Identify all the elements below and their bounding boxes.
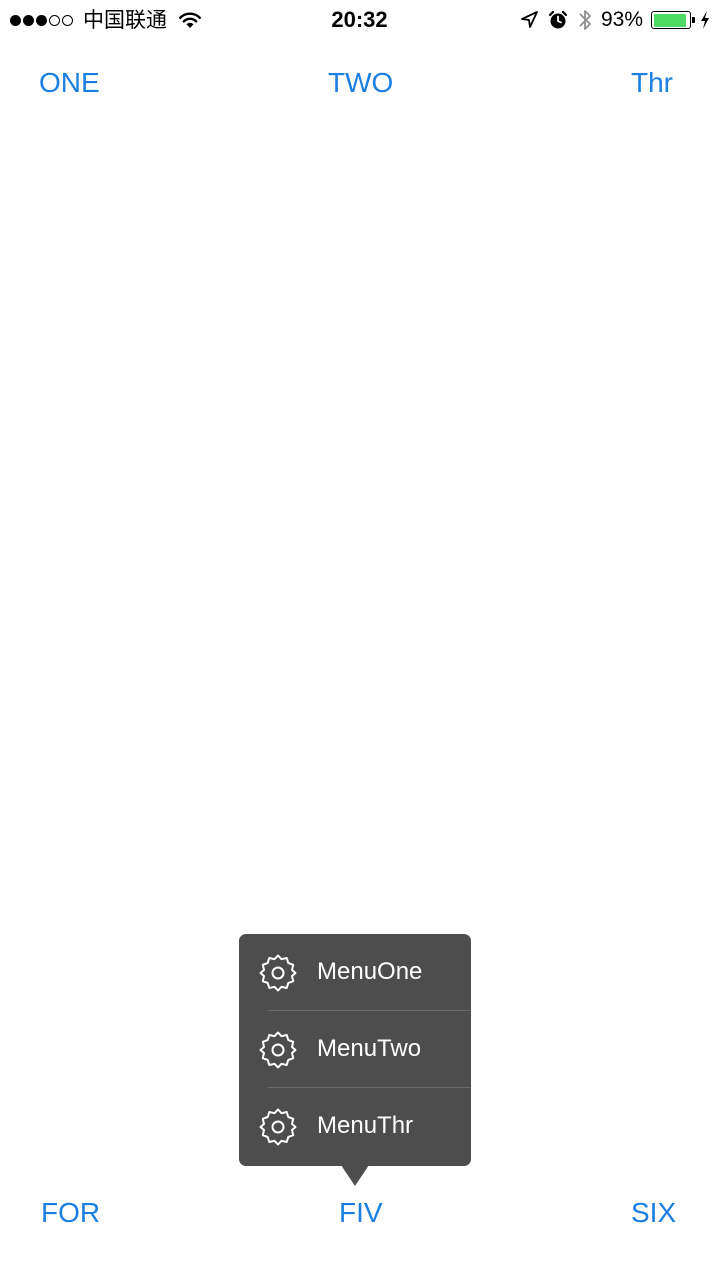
menu-item-two[interactable]: MenuTwo <box>239 1011 471 1087</box>
battery-level <box>653 13 687 27</box>
menu-item-thr[interactable]: MenuThr <box>239 1088 471 1164</box>
bluetooth-icon <box>579 10 591 30</box>
location-arrow-icon <box>521 11 538 28</box>
for-button[interactable]: FOR <box>41 1196 100 1230</box>
fiv-button[interactable]: FIV <box>339 1196 383 1230</box>
battery-percent: 93% <box>600 8 643 31</box>
menu-item-label: MenuTwo <box>317 1035 422 1062</box>
battery-cap <box>692 17 695 23</box>
gear-icon <box>259 954 297 992</box>
status-right: 93% <box>519 6 711 34</box>
popover-menu: MenuOne MenuTwo MenuThr <box>239 934 471 1166</box>
screen: 中国联通 20:32 93% ONE TWO Thr FOR FIV SIX M… <box>0 0 719 1280</box>
menu-item-one[interactable]: MenuOne <box>239 934 471 1010</box>
battery-icon <box>651 11 695 29</box>
charging-bolt-icon <box>701 11 709 29</box>
thr-button[interactable]: Thr <box>631 66 673 100</box>
alarm-icon <box>548 10 568 29</box>
status-bar: 中国联通 20:32 93% <box>0 0 719 40</box>
gear-icon <box>259 1108 297 1146</box>
menu-item-label: MenuOne <box>317 958 423 985</box>
gear-icon <box>259 1031 297 1069</box>
two-button[interactable]: TWO <box>328 66 393 100</box>
menu-item-label: MenuThr <box>317 1112 414 1139</box>
popover-arrow <box>341 1165 369 1186</box>
six-button[interactable]: SIX <box>631 1196 676 1230</box>
one-button[interactable]: ONE <box>39 66 100 100</box>
